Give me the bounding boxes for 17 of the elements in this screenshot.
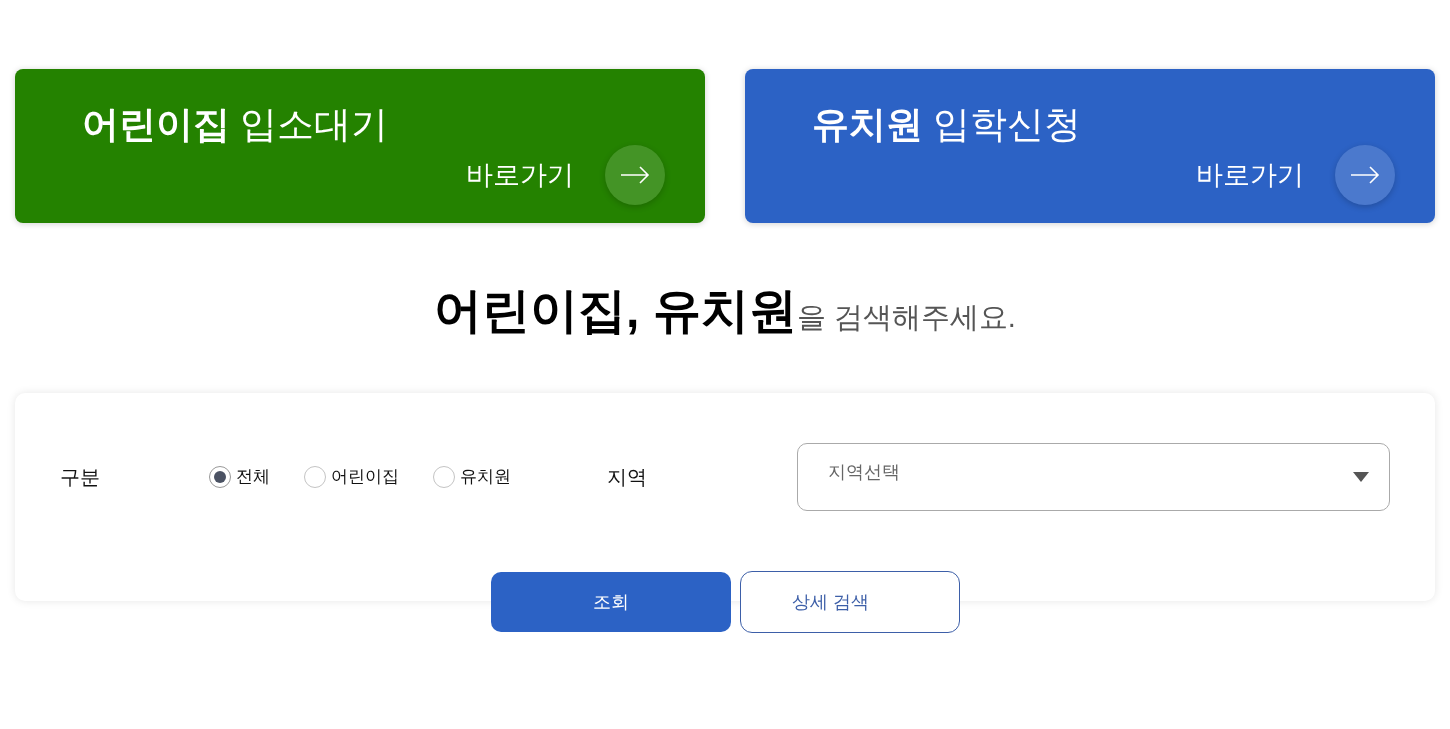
shortcut-link[interactable]: 바로가기 [466, 145, 665, 205]
type-label: 구분 [60, 465, 101, 490]
caret-down-icon [1353, 472, 1369, 482]
radio-label[interactable]: 전체 [236, 464, 270, 490]
banner-title: 유치원 입학신청 [812, 105, 1082, 145]
search-button[interactable]: 조회 [490, 572, 731, 632]
shortcut-link[interactable]: 바로가기 [1196, 145, 1395, 205]
detail-search-button[interactable]: 상세 검색 [739, 571, 960, 633]
section-heading: 어린이집, 유치원을 검색해주세요. [434, 283, 1016, 339]
radio-label[interactable]: 유치원 [460, 464, 511, 490]
radio-button[interactable] [304, 466, 326, 488]
radio-button[interactable] [433, 466, 455, 488]
radio-button[interactable] [209, 466, 231, 488]
region-select[interactable]: 지역선택 [797, 443, 1390, 511]
region-label: 지역 [607, 465, 647, 490]
banner-title: 어린이집 입소대기 [82, 105, 389, 145]
radio-label[interactable]: 어린이집 [331, 464, 399, 490]
